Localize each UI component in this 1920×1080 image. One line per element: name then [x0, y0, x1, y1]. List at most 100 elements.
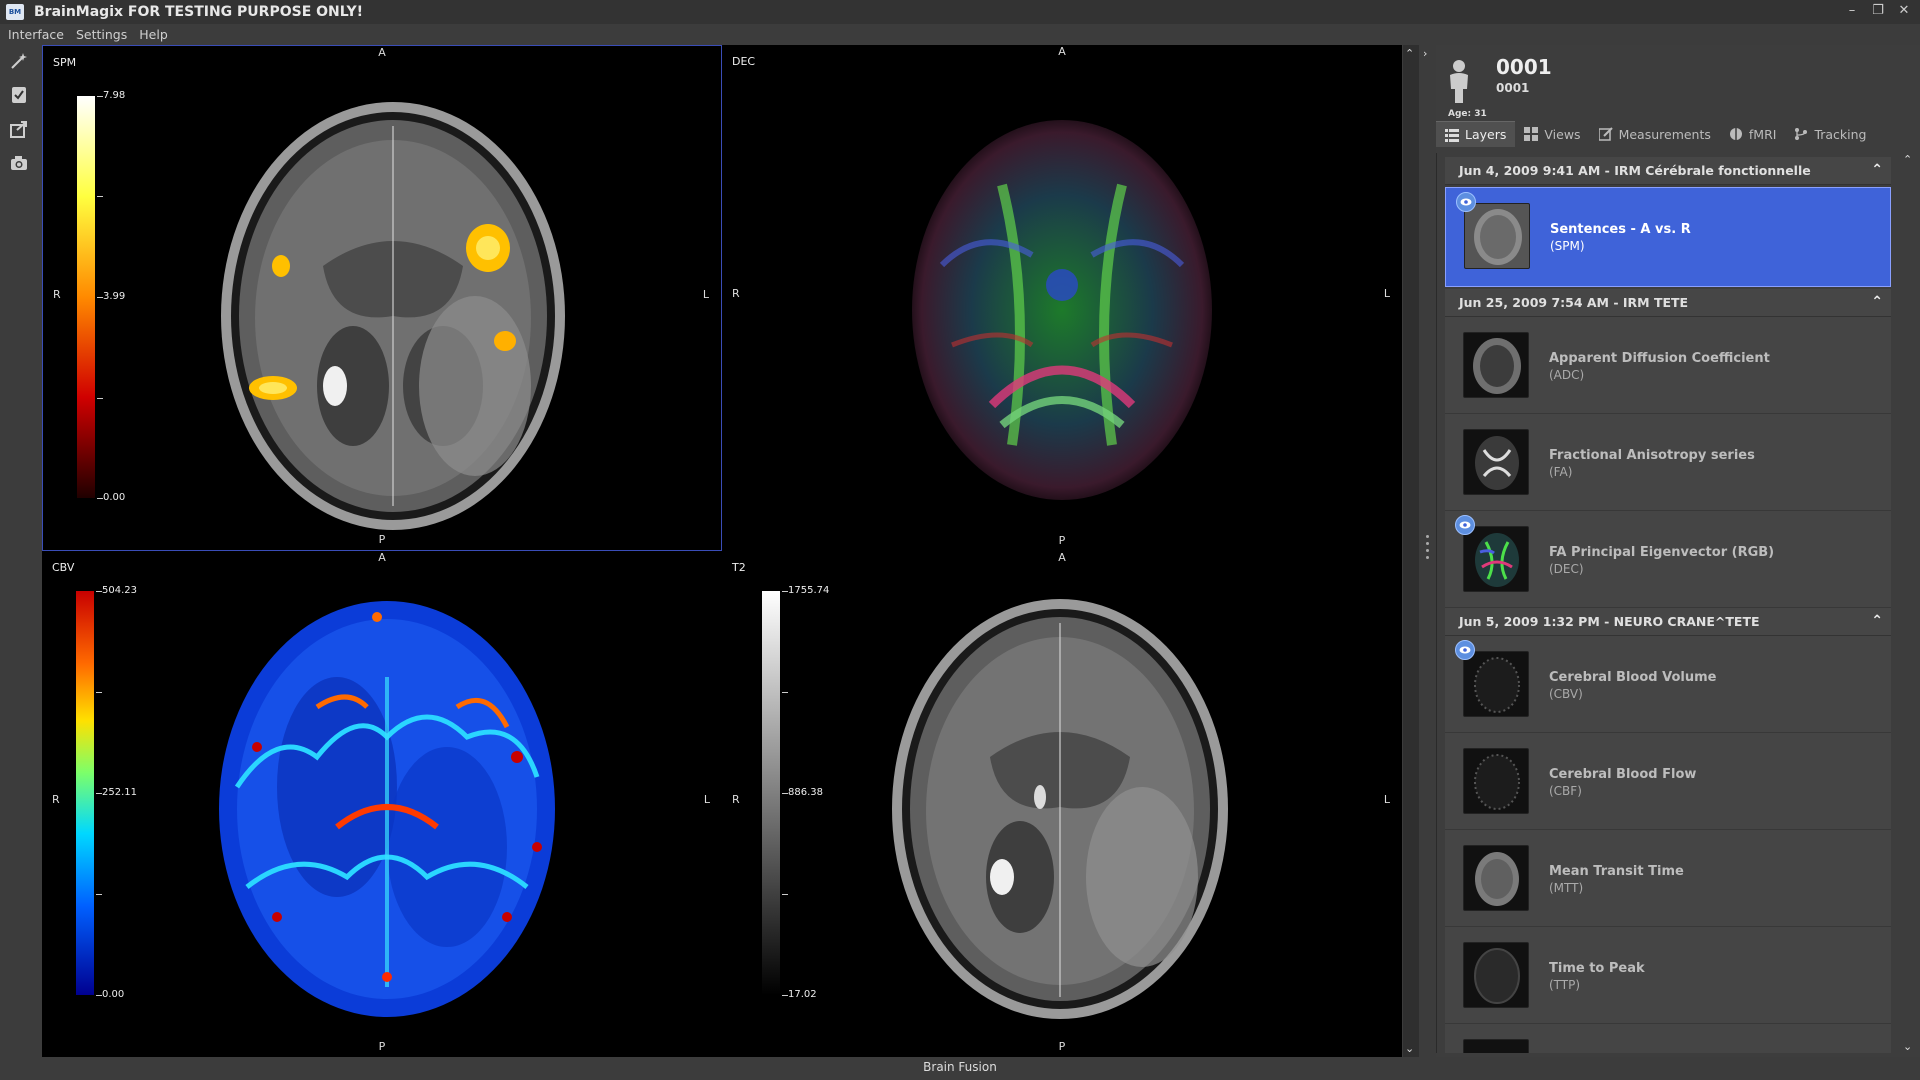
collapse-up-icon[interactable]: ⌃ [1871, 613, 1883, 629]
patient-info: 0001 0001 Age: 31 [1448, 51, 1848, 121]
app-window: BM BrainMagix FOR TESTING PURPOSE ONLY! … [0, 0, 1920, 1080]
layer-thumbnail [1463, 845, 1529, 911]
orientation-posterior: P [1058, 1040, 1066, 1053]
app-title: BrainMagix FOR TESTING PURPOSE ONLY! [34, 4, 364, 20]
colorbar-mid: 886.38 [788, 787, 823, 798]
layer-item[interactable]: Sentences - A vs. R (SPM) [1445, 187, 1891, 287]
study-group-header[interactable]: Jun 25, 2009 7:54 AM - IRM TETE ⌃ [1445, 289, 1891, 317]
brain-image-cbv [219, 601, 555, 1017]
viewer-scrollbar[interactable]: ⌃ ⌄ [1403, 45, 1419, 1057]
layer-abbreviation: (FA) [1549, 465, 1573, 479]
eye-icon[interactable] [1455, 640, 1475, 660]
menu-help[interactable]: Help [139, 27, 168, 42]
tab-layers[interactable]: Layers [1436, 121, 1516, 147]
layer-item[interactable]: Apparent Diffusion Coefficient (ADC) [1445, 317, 1891, 414]
layer-thumbnail [1464, 203, 1530, 269]
tab-label: Layers [1465, 127, 1507, 142]
title-bar: BM BrainMagix FOR TESTING PURPOSE ONLY! … [0, 0, 1920, 24]
colorbar-tick [96, 894, 102, 895]
patient-age: Age: 31 [1448, 109, 1487, 119]
patient-id: 0001 [1496, 55, 1552, 79]
orientation-left: L [1383, 287, 1390, 300]
viewport-spm[interactable]: SPM A P R L 7.98 3.99 0.00 [42, 45, 722, 551]
viewport-label: CBV [52, 561, 75, 574]
tracking-icon [1795, 128, 1808, 140]
magic-wand-button[interactable] [4, 48, 34, 74]
colorbar-max: 7.98 [103, 90, 126, 101]
menu-settings[interactable]: Settings [76, 27, 127, 42]
splitter-grip [1426, 542, 1429, 545]
panel-scrollbar[interactable]: ⌃ ⌄ [1902, 153, 1916, 1053]
colorbar-tick [97, 398, 103, 399]
layer-item[interactable]: Cerebral Blood Volume (CBV) [1445, 636, 1891, 733]
study-group-header[interactable]: Jun 4, 2009 9:41 AM - IRM Cérébrale fonc… [1445, 157, 1891, 185]
orientation-posterior: P [378, 1040, 386, 1053]
colorbar-max: 1755.74 [788, 585, 830, 596]
checklist-icon [12, 87, 26, 103]
tab-label: Views [1544, 126, 1581, 142]
splitter-grip [1426, 556, 1429, 559]
screenshot-button[interactable] [4, 150, 34, 176]
viewport-t2[interactable]: T2 A P R L 1755.74 886.38 17.02 [722, 551, 1402, 1057]
brain-image-t2 [892, 599, 1228, 1019]
collapse-up-icon[interactable]: ⌃ [1871, 162, 1883, 178]
export-button[interactable] [4, 116, 34, 142]
layer-thumbnail [1463, 429, 1529, 495]
scroll-up-icon[interactable]: ⌃ [1405, 47, 1414, 60]
study-group-header[interactable]: Jun 5, 2009 1:32 PM - NEURO CRANE^TETE ⌃ [1445, 608, 1891, 636]
viewport-dec[interactable]: DEC A P R L [722, 45, 1402, 551]
layer-item[interactable] [1445, 1024, 1891, 1053]
close-icon[interactable]: ✕ [1896, 3, 1912, 18]
orientation-anterior: A [1058, 45, 1066, 58]
eye-icon[interactable] [1456, 192, 1476, 212]
viewport-label: DEC [732, 55, 756, 68]
colorbar-tick [96, 692, 102, 693]
viewport-label: T2 [732, 561, 746, 574]
image-viewer[interactable]: SPM A P R L 7.98 3.99 0.00 DEC A P R L C… [42, 45, 1402, 1057]
validate-button[interactable] [4, 82, 34, 108]
layer-item[interactable]: Cerebral Blood Flow (CBF) [1445, 733, 1891, 830]
layer-abbreviation: (MTT) [1549, 881, 1584, 895]
orientation-anterior: A [378, 46, 386, 59]
tab-fmri[interactable]: fMRI [1720, 121, 1786, 147]
layer-abbreviation: (CBV) [1549, 687, 1583, 701]
menu-interface[interactable]: Interface [8, 27, 64, 42]
layer-thumbnail [1463, 942, 1529, 1008]
panel-splitter[interactable]: › [1422, 45, 1434, 1057]
layer-item[interactable]: Time to Peak (TTP) [1445, 927, 1891, 1024]
status-bar: Brain Fusion [923, 1060, 997, 1074]
viewport-cbv[interactable]: CBV A P R L 504.23 252.11 0.00 [42, 551, 722, 1057]
layer-item[interactable]: Mean Transit Time (MTT) [1445, 830, 1891, 927]
scroll-down-icon[interactable]: ⌄ [1903, 1040, 1912, 1053]
eye-icon[interactable] [1455, 515, 1475, 535]
tab-measurements[interactable]: Measurements [1590, 121, 1720, 147]
list-icon [1445, 128, 1459, 142]
export-icon [10, 121, 27, 138]
layer-thumbnail [1463, 526, 1529, 592]
layer-abbreviation: (ADC) [1549, 368, 1585, 382]
colorbar-max: 504.23 [102, 585, 137, 596]
layer-item[interactable]: FA Principal Eigenvector (RGB) (DEC) [1445, 511, 1891, 608]
scroll-down-icon[interactable]: ⌄ [1405, 1042, 1414, 1055]
collapse-up-icon[interactable]: ⌃ [1871, 294, 1883, 310]
study-group-title: Jun 4, 2009 9:41 AM - IRM Cérébrale fonc… [1459, 163, 1811, 178]
left-toolbar [4, 48, 36, 176]
orientation-left: L [702, 288, 709, 301]
brain-image-dec [912, 120, 1212, 500]
layer-name: Sentences - A vs. R [1550, 222, 1691, 237]
layer-name: Mean Transit Time [1549, 864, 1684, 879]
collapse-panel-icon[interactable]: › [1423, 47, 1427, 60]
colorbar-min: 0.00 [102, 989, 125, 1000]
orientation-anterior: A [1058, 551, 1066, 564]
tab-tracking[interactable]: Tracking [1785, 121, 1875, 147]
minimize-icon[interactable]: – [1844, 3, 1860, 18]
tab-label: fMRI [1748, 126, 1777, 142]
layer-name: Apparent Diffusion Coefficient [1549, 351, 1770, 366]
tab-views[interactable]: Views [1515, 121, 1589, 147]
layers-list[interactable]: Jun 4, 2009 9:41 AM - IRM Cérébrale fonc… [1436, 153, 1896, 1053]
colorbar-mid: 252.11 [102, 787, 137, 798]
restore-icon[interactable]: ❐ [1870, 3, 1886, 18]
patient-sub-id: 0001 [1496, 81, 1530, 95]
layer-item[interactable]: Fractional Anisotropy series (FA) [1445, 414, 1891, 511]
scroll-up-icon[interactable]: ⌃ [1903, 153, 1912, 166]
